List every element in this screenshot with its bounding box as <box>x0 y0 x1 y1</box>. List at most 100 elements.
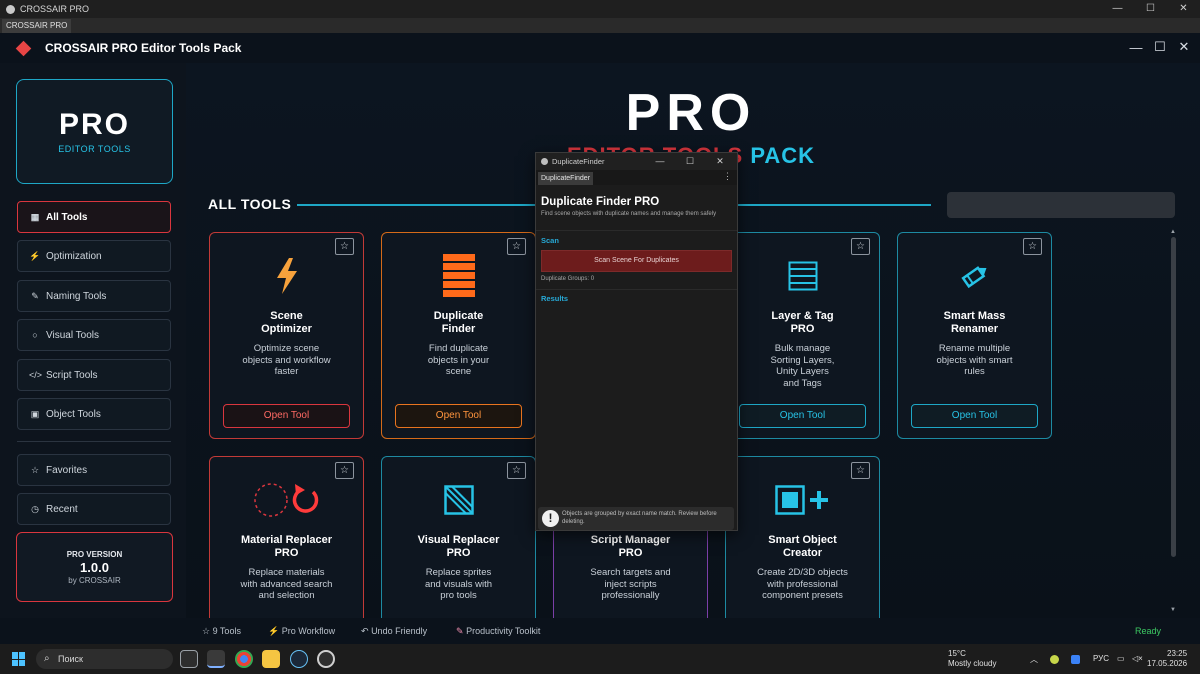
pro-logo-subtitle: EDITOR TOOLS <box>58 144 131 154</box>
material-replace-icon <box>210 479 363 521</box>
brush-icon: ✎ <box>456 626 464 636</box>
sidebar-item-label: Recent <box>46 503 78 515</box>
card-description: Replace sprites and visuals with pro too… <box>424 567 493 601</box>
favorite-star-button[interactable]: ☆ <box>507 462 526 479</box>
close-button[interactable]: ✕ <box>1176 39 1192 55</box>
crossair-app-icon[interactable] <box>317 650 335 668</box>
taskbar-search-box[interactable]: ⌕ Поиск <box>36 649 173 669</box>
dw-minimize-button[interactable]: — <box>645 153 675 170</box>
open-tool-button[interactable]: Open Tool <box>911 404 1038 428</box>
sidebar-item-favorites[interactable]: ☆ Favorites <box>17 454 171 486</box>
favorite-star-button[interactable]: ☆ <box>851 462 870 479</box>
kebab-menu-icon[interactable]: ⋮ <box>723 171 732 182</box>
os-minimize-button[interactable]: — <box>1101 0 1134 18</box>
favorite-star-button[interactable]: ☆ <box>851 238 870 255</box>
chrome-icon[interactable] <box>235 650 253 668</box>
tool-card-smart-mass-renamer: ☆ Smart Mass Renamer Rename multiple obj… <box>897 232 1052 439</box>
sidebar-item-recent[interactable]: ◷ Recent <box>17 493 171 525</box>
maximize-button[interactable]: ☐ <box>1152 39 1168 55</box>
pencil-icon: ✎ <box>31 290 39 301</box>
grid-icon: ▦ <box>30 211 40 222</box>
file-explorer-icon[interactable] <box>262 650 280 668</box>
hero-title: PRO <box>625 84 757 142</box>
code-icon: </> <box>29 370 43 380</box>
dw-tabbar: DuplicateFinder ⋮ <box>536 170 737 185</box>
network-icon[interactable]: ▭ <box>1117 654 1125 663</box>
taskbar-weather[interactable]: 15°C Mostly cloudy <box>948 649 996 669</box>
dw-close-button[interactable]: ✕ <box>705 153 735 170</box>
dw-help-box: ! Objects are grouped by exact name matc… <box>538 507 734 530</box>
status-text: Ready <box>1135 626 1162 636</box>
sidebar-item-label: Object Tools <box>46 408 101 420</box>
favorite-star-button[interactable]: ☆ <box>335 462 354 479</box>
volume-icon[interactable]: ◁× <box>1132 654 1143 663</box>
pencil-icon <box>898 255 1051 297</box>
scroll-down-arrow[interactable]: ▼ <box>1170 607 1176 613</box>
scan-scene-button[interactable]: Scan Scene For Duplicates <box>541 250 732 272</box>
os-close-button[interactable]: ✕ <box>1167 0 1200 18</box>
pro-logo: PRO EDITOR TOOLS <box>16 79 173 184</box>
os-maximize-button[interactable]: ☐ <box>1134 0 1167 18</box>
unity-editor-icon[interactable] <box>207 650 225 668</box>
tray-app-icon[interactable] <box>1050 655 1059 664</box>
bolt-icon: ⚡ <box>268 626 280 636</box>
version-author: by CROSSAIR <box>68 576 121 585</box>
bolt-icon: ⚡ <box>29 250 41 261</box>
dw-body: Duplicate Finder PRO Find scene objects … <box>536 185 737 530</box>
star-icon: ☆ <box>30 464 40 475</box>
language-indicator[interactable]: РУС <box>1093 654 1109 663</box>
clock-icon: ◷ <box>31 503 39 514</box>
sidebar-item-optimization[interactable]: ⚡ Optimization <box>17 240 171 272</box>
open-tool-button[interactable]: Open Tool <box>739 404 866 428</box>
app-window-icon <box>6 4 15 14</box>
sidebar-item-label: Naming Tools <box>46 290 107 302</box>
favorite-star-button[interactable]: ☆ <box>507 238 526 255</box>
defender-icon[interactable] <box>1071 655 1080 664</box>
scrollbar-thumb[interactable] <box>1171 237 1176 557</box>
duplicate-finder-window: DuplicateFinder — ☐ ✕ DuplicateFinder ⋮ … <box>535 152 738 531</box>
sidebar-item-visual-tools[interactable]: ○ Visual Tools <box>17 319 171 351</box>
dw-titlebar[interactable]: DuplicateFinder — ☐ ✕ <box>536 153 737 170</box>
open-tool-button[interactable]: Open Tool <box>223 404 350 428</box>
version-number: 1.0.0 <box>80 560 109 575</box>
sidebar-item-all-tools[interactable]: ▦ All Tools <box>17 201 171 233</box>
footer-tools-count: ☆ 9 Tools <box>202 626 241 636</box>
windows-start-icon[interactable] <box>12 652 26 666</box>
open-tool-button[interactable]: Open Tool <box>395 404 522 428</box>
card-description: Replace materials with advanced search a… <box>240 567 333 601</box>
card-description: Bulk manage Sorting Layers, Unity Layers… <box>770 343 835 389</box>
card-title: Script Manager PRO <box>590 534 671 559</box>
card-title: Duplicate Finder <box>433 310 484 335</box>
favorite-star-button[interactable]: ☆ <box>1023 238 1042 255</box>
dw-tab[interactable]: DuplicateFinder <box>538 172 594 185</box>
sidebar-item-label: Optimization <box>46 250 102 262</box>
minimize-button[interactable]: — <box>1128 39 1144 55</box>
sidebar-item-object-tools[interactable]: ▣ Object Tools <box>17 398 171 430</box>
layers-icon <box>726 255 879 297</box>
search-input[interactable] <box>947 192 1175 218</box>
card-description: Create 2D/3D objects with professional c… <box>757 567 848 601</box>
dw-section-scan: Scan <box>541 236 559 245</box>
duplicate-groups-count: Duplicate Groups: 0 <box>541 276 595 282</box>
dw-maximize-button[interactable]: ☐ <box>675 153 705 170</box>
unity-hub-icon[interactable] <box>180 650 198 668</box>
steam-icon[interactable] <box>290 650 308 668</box>
card-title: Scene Optimizer <box>261 310 312 335</box>
footer-pro-workflow: ⚡ Pro Workflow <box>268 626 336 636</box>
taskbar-search-placeholder: Поиск <box>58 654 83 664</box>
dw-title: Duplicate Finder PRO <box>541 196 660 208</box>
sidebar-item-naming-tools[interactable]: ✎ Naming Tools <box>17 280 171 312</box>
card-title: Smart Mass Renamer <box>943 310 1006 335</box>
search-icon: ⌕ <box>44 653 50 664</box>
sidebar-item-script-tools[interactable]: </> Script Tools <box>17 359 171 391</box>
sidebar-item-label: All Tools <box>46 211 88 223</box>
footer-productivity-toolkit: ✎ Productivity Toolkit <box>456 626 541 636</box>
dw-window-title: DuplicateFinder <box>552 157 605 166</box>
chevron-up-icon[interactable]: ︿ <box>1030 654 1038 665</box>
taskbar-clock[interactable]: 23:25 17.05.2026 <box>1147 649 1187 669</box>
circle-icon: ○ <box>32 330 38 340</box>
favorite-star-button[interactable]: ☆ <box>335 238 354 255</box>
scroll-up-arrow[interactable]: ▲ <box>1170 229 1176 235</box>
dw-description: Find scene objects with duplicate names … <box>541 211 717 217</box>
os-tab[interactable]: CROSSAIR PRO <box>2 19 72 33</box>
